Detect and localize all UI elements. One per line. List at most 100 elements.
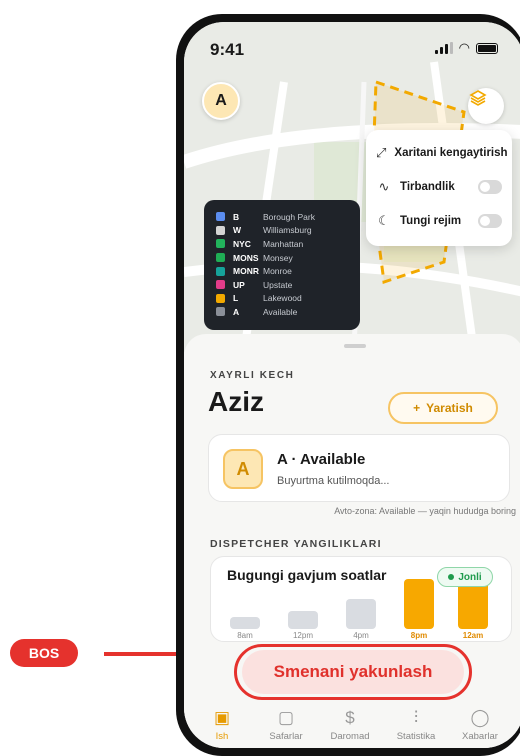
legend-code: W	[233, 225, 242, 236]
dispatcher-news-heading: DISPETCHER YANGILIKLARI	[210, 538, 382, 550]
tab-label: Daromad	[330, 731, 370, 742]
zone-legend: B Borough Park W Williamsburg NYC Manhattan…	[204, 200, 360, 330]
busy-hours-card[interactable]: 8am 12pm 4pm 8pm 12am Bugungi gavjum soatlar…	[210, 556, 512, 642]
legend-name: Borough Park	[263, 211, 315, 222]
night-mode-toggle[interactable]	[478, 214, 502, 228]
tab-xabarlar[interactable]: ◯ Xabarlar	[448, 708, 512, 742]
zone-title: A · Available	[277, 451, 366, 468]
legend-item: NYC Manhattan	[216, 237, 348, 251]
map-layer-menu: ⤢ Xaritani kengaytirish ∿ Tirbandlik ☾ T…	[366, 130, 512, 246]
auto-zone-note: Avto-zona: Available — yaqin hududga bor…	[334, 506, 516, 516]
tab-label: Safarlar	[269, 731, 303, 742]
phone-frame: 9:41 ◠ A ⤢ Xaritani kengaytirish ∿ Tirba…	[176, 14, 520, 756]
chart-tick-label: 12pm	[292, 631, 313, 640]
traffic-icon: ∿	[378, 179, 390, 194]
map-view[interactable]: 9:41 ◠ A ⤢ Xaritani kengaytirish ∿ Tirba…	[184, 22, 520, 352]
legend-name: Manhattan	[263, 238, 304, 249]
tab-label: Statistika	[396, 731, 436, 742]
battery-icon	[476, 43, 498, 54]
legend-code: NYC	[233, 238, 251, 249]
legend-name: Lakewood	[263, 293, 302, 304]
expand-icon: ⤢	[376, 145, 387, 160]
live-badge: Jonli	[437, 567, 493, 587]
menu-item-night-mode[interactable]: ☾ Tungi rejim	[376, 204, 502, 238]
end-shift-button[interactable]: Smenani yakunlash	[242, 650, 464, 694]
plus-icon: +	[413, 401, 421, 415]
menu-item-traffic[interactable]: ∿ Tirbandlik	[376, 170, 502, 204]
traffic-toggle[interactable]	[478, 180, 502, 194]
signal-icon	[434, 42, 453, 54]
chart-bar-12am	[458, 581, 488, 629]
layers-icon	[469, 90, 487, 106]
legend-code: L	[233, 293, 239, 304]
chart-bar-8pm	[404, 579, 434, 629]
menu-item-label: Tirbandlik	[400, 181, 455, 193]
menu-item-label: Tungi rejim	[400, 215, 462, 227]
legend-name: Monroe	[263, 266, 292, 277]
zone-badge: A	[223, 449, 263, 489]
legend-swatch	[216, 293, 225, 303]
legend-swatch	[216, 253, 225, 263]
stats-icon: ⫶	[413, 708, 419, 727]
avatar[interactable]: A	[202, 82, 240, 120]
legend-item: MONS Monsey	[216, 251, 348, 265]
driver-name: Aziz	[208, 386, 264, 417]
clipboard-icon: ▢	[277, 708, 295, 727]
chart-tick-label: 8am	[237, 631, 253, 640]
tab-bar: ▣ Ish ▢ Safarlar $ Daromad ⫶ Statistika …	[184, 708, 520, 748]
status-time: 9:41	[210, 40, 245, 59]
layers-button[interactable]	[468, 88, 504, 124]
legend-item: W Williamsburg	[216, 224, 348, 238]
briefcase-icon: ▣	[213, 708, 231, 727]
greeting: XAYRLI KECH	[210, 370, 295, 381]
legend-item: A Available	[216, 305, 348, 319]
status-icons: ◠	[434, 40, 498, 55]
live-dot-icon	[448, 574, 455, 580]
chart-tick-label: 8pm	[410, 631, 428, 640]
dollar-icon: $	[345, 708, 355, 727]
status-bar: 9:41 ◠	[184, 22, 520, 68]
chart-tick-label: 4pm	[353, 631, 369, 640]
legend-code: B	[233, 211, 240, 222]
legend-code: A	[233, 306, 240, 317]
zone-subtitle: Buyurtma kutilmoqda...	[277, 475, 390, 487]
current-zone-card[interactable]: A A · Available Buyurtma kutilmoqda...	[208, 434, 510, 502]
legend-code: MONR	[233, 266, 259, 277]
wifi-icon: ◠	[458, 40, 470, 55]
tab-daromad[interactable]: $ Daromad	[318, 708, 382, 742]
menu-item-label: Xaritani kengaytirish	[394, 147, 508, 159]
legend-swatch	[216, 307, 225, 317]
tab-safarlar[interactable]: ▢ Safarlar	[254, 708, 318, 742]
menu-item-expand-map[interactable]: ⤢ Xaritani kengaytirish	[376, 136, 508, 170]
chart-tick-label: 12am	[462, 631, 484, 640]
legend-item: B Borough Park	[216, 210, 348, 224]
tab-label: Ish	[215, 731, 229, 742]
legend-swatch	[216, 239, 225, 249]
legend-swatch	[216, 212, 225, 222]
chart-bar-4pm	[346, 599, 376, 629]
legend-swatch	[216, 266, 225, 276]
legend-name: Williamsburg	[263, 225, 312, 236]
legend-code: MONS	[233, 252, 259, 263]
legend-name: Available	[263, 306, 298, 317]
bos-annotation-label: BOS	[10, 639, 78, 667]
legend-swatch	[216, 280, 225, 290]
legend-item: UP Upstate	[216, 278, 348, 292]
create-button[interactable]: + Yaratish	[388, 392, 498, 424]
create-button-label: Yaratish	[426, 401, 473, 415]
tab-ish[interactable]: ▣ Ish	[190, 708, 254, 742]
moon-icon: ☾	[378, 213, 390, 228]
phone-screen: 9:41 ◠ A ⤢ Xaritani kengaytirish ∿ Tirba…	[184, 22, 520, 748]
chart-bar-8am	[230, 617, 260, 629]
live-label: Jonli	[458, 571, 482, 583]
busy-hours-title: Bugungi gavjum soatlar	[227, 567, 387, 583]
legend-code: UP	[233, 279, 245, 290]
sheet-drag-handle[interactable]	[344, 344, 366, 348]
legend-item: MONR Monroe	[216, 264, 348, 278]
chat-icon: ◯	[470, 708, 490, 727]
tab-statistika[interactable]: ⫶ Statistika	[384, 708, 448, 742]
legend-name: Upstate	[263, 279, 293, 290]
bottom-sheet: XAYRLI KECH Aziz + Yaratish A A · Availa…	[184, 334, 520, 748]
tab-label: Xabarlar	[462, 731, 498, 742]
legend-swatch	[216, 225, 225, 235]
